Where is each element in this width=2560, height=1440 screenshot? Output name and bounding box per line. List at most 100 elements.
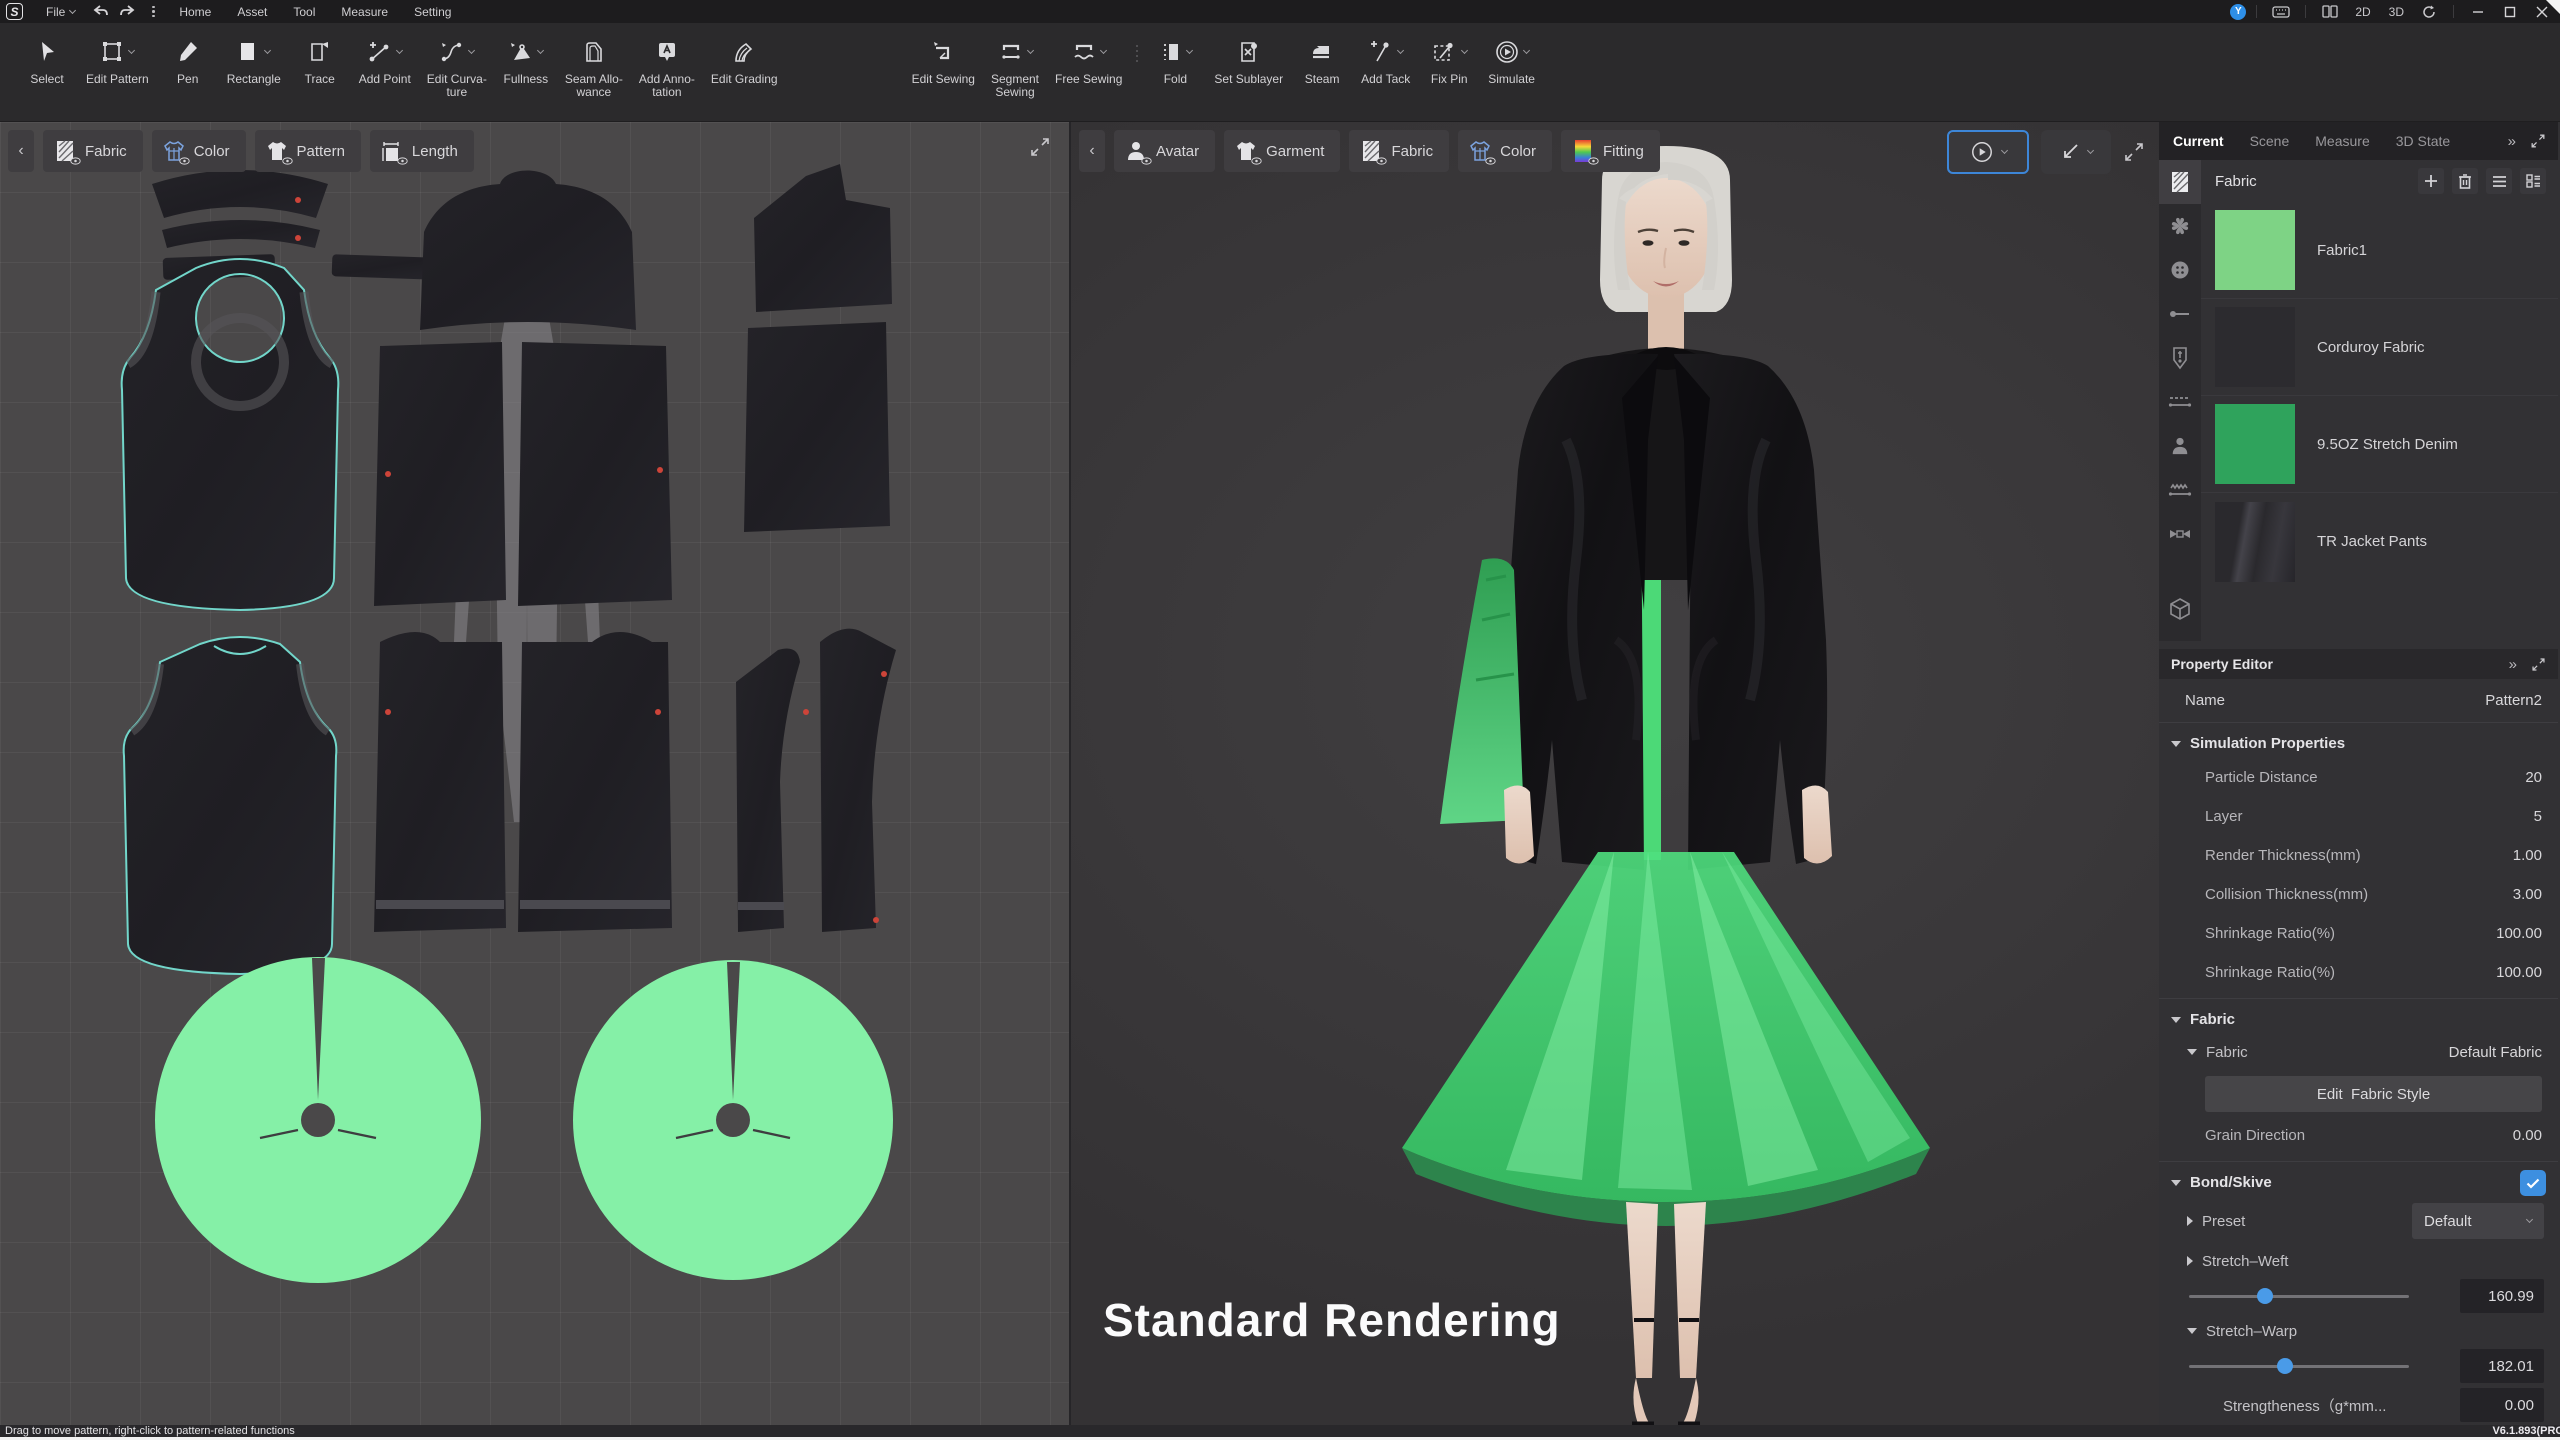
toolbar-button-segment-sewing[interactable]: Segment Sewing bbox=[983, 35, 1047, 99]
expand-panel-icon[interactable] bbox=[2530, 133, 2546, 149]
pattern-tank-front[interactable] bbox=[120, 258, 340, 612]
menu-measure[interactable]: Measure bbox=[328, 0, 401, 23]
fabric-selected-value[interactable]: Default Fabric bbox=[2449, 1044, 2542, 1061]
fabric-list-item[interactable]: TR Jacket Pants bbox=[2201, 493, 2558, 590]
avatar-3d-render[interactable] bbox=[1386, 140, 1946, 1425]
property-value[interactable]: 100.00 bbox=[2496, 925, 2542, 942]
mode-3d-button[interactable]: 3D bbox=[2382, 5, 2411, 19]
strip-trim-button[interactable] bbox=[2159, 204, 2201, 248]
tab-scene[interactable]: Scene bbox=[2250, 133, 2290, 149]
strip-label-tape-button[interactable] bbox=[2159, 512, 2201, 556]
toolbar-button-free-sewing[interactable]: Free Sewing bbox=[1047, 35, 1130, 86]
maximize-button[interactable] bbox=[2496, 0, 2524, 23]
expand-2d-icon[interactable] bbox=[1029, 136, 1051, 158]
toolbar-button-trace[interactable]: Trace bbox=[289, 35, 351, 86]
tab-2d-length[interactable]: Length bbox=[369, 130, 474, 172]
strip-3d-object-button[interactable] bbox=[2159, 587, 2201, 631]
pattern-back-yoke[interactable] bbox=[420, 170, 636, 331]
pattern-front-panel-left[interactable] bbox=[374, 342, 506, 606]
minimize-button[interactable] bbox=[2464, 0, 2492, 23]
collapse-left-button[interactable]: ‹ bbox=[8, 130, 34, 172]
toolbar-button-add-tack[interactable]: Add Tack bbox=[1353, 35, 1418, 86]
property-value[interactable]: 5 bbox=[2534, 808, 2542, 825]
stretch-weft-value[interactable]: 160.99 bbox=[2460, 1279, 2544, 1313]
property-value[interactable]: 1.00 bbox=[2513, 847, 2542, 864]
tab-3d-color[interactable]: Color bbox=[1458, 130, 1552, 172]
toolbar-button-steam[interactable]: Steam bbox=[1291, 35, 1353, 86]
tab-2d-pattern[interactable]: Pattern bbox=[254, 130, 361, 172]
split-view-button[interactable] bbox=[2316, 0, 2344, 23]
expand-pe-icon[interactable] bbox=[2531, 657, 2546, 672]
list-view-button[interactable] bbox=[2486, 168, 2512, 194]
toolbar-button-edit-grading[interactable]: Edit Grading bbox=[703, 35, 786, 86]
property-value[interactable]: 100.00 bbox=[2496, 964, 2542, 981]
menu-file[interactable]: File bbox=[33, 0, 88, 23]
toolbar-button-pen[interactable]: Pen bbox=[157, 35, 219, 86]
stretch-weft-row[interactable]: Stretch–Weft bbox=[2159, 1245, 2558, 1277]
pattern-front-panel-right[interactable] bbox=[518, 342, 672, 606]
undo-button[interactable] bbox=[88, 0, 114, 23]
section-fabric[interactable]: Fabric bbox=[2159, 998, 2558, 1034]
menu-asset[interactable]: Asset bbox=[224, 0, 280, 23]
panel-2d-pattern[interactable]: ‹ Fabric Color Pattern Length bbox=[0, 122, 1071, 1425]
toolbar-button-edit-curvature[interactable]: Edit Curva- ture bbox=[419, 35, 495, 99]
strip-topstitch-button[interactable] bbox=[2159, 380, 2201, 424]
tab-current[interactable]: Current bbox=[2173, 133, 2224, 149]
tab-3d-fitting[interactable]: Fitting bbox=[1561, 130, 1660, 172]
strength-value[interactable]: 0.00 bbox=[2460, 1388, 2544, 1422]
fabric-sub-row[interactable]: Fabric Default Fabric bbox=[2159, 1034, 2558, 1070]
pattern-bar-right[interactable] bbox=[331, 254, 437, 280]
user-avatar[interactable]: Y bbox=[2230, 3, 2247, 20]
stretch-warp-row[interactable]: Stretch–Warp bbox=[2159, 1315, 2558, 1347]
menu-home[interactable]: Home bbox=[166, 0, 224, 23]
pattern-tank-back[interactable] bbox=[122, 636, 338, 976]
collapse-panel-icon[interactable]: » bbox=[2508, 133, 2516, 150]
stretch-warp-value[interactable]: 182.01 bbox=[2460, 1349, 2544, 1383]
toolbar-button-rectangle[interactable]: Rectangle bbox=[219, 35, 289, 86]
toolbar-button-fix-pin[interactable]: Fix Pin bbox=[1418, 35, 1480, 86]
strip-zipper-button[interactable] bbox=[2159, 336, 2201, 380]
keyboard-shortcuts-button[interactable] bbox=[2267, 0, 2295, 23]
property-value[interactable]: 20 bbox=[2525, 769, 2542, 786]
tab-3d-fabric[interactable]: Fabric bbox=[1349, 130, 1450, 172]
fabric-list-item[interactable]: Fabric1 bbox=[2201, 202, 2558, 299]
edit-fabric-style-button[interactable]: Edit Fabric Style bbox=[2205, 1076, 2542, 1112]
preset-dropdown[interactable]: Default bbox=[2412, 1203, 2544, 1239]
toolbar-button-select[interactable]: Select bbox=[16, 35, 78, 86]
tab-2d-color[interactable]: Color bbox=[151, 130, 246, 172]
redo-button[interactable] bbox=[114, 0, 140, 23]
strip-avatar-button[interactable] bbox=[2159, 424, 2201, 468]
slider-knob[interactable] bbox=[2257, 1287, 2274, 1304]
fabric-list-item[interactable]: Corduroy Fabric bbox=[2201, 299, 2558, 396]
toolbar-button-seam-allowance[interactable]: Seam Allo- wance bbox=[557, 35, 631, 99]
toolbar-button-edit-sewing[interactable]: Edit Sewing bbox=[904, 35, 983, 86]
pattern-circle-skirt-left[interactable] bbox=[155, 957, 481, 1283]
strip-fabric-button[interactable] bbox=[2159, 160, 2201, 204]
pattern-collar-band-2[interactable] bbox=[162, 220, 320, 248]
slider-knob[interactable] bbox=[2277, 1357, 2293, 1374]
section-bond-skive[interactable]: Bond/Skive bbox=[2159, 1161, 2558, 1197]
tab-3d-state[interactable]: 3D State bbox=[2396, 133, 2450, 149]
pattern-name-value[interactable]: Pattern2 bbox=[2485, 692, 2542, 709]
menu-tool[interactable]: Tool bbox=[280, 0, 328, 23]
strip-elastic-button[interactable] bbox=[2159, 468, 2201, 512]
property-value[interactable]: 3.00 bbox=[2513, 886, 2542, 903]
collapse-pe-icon[interactable]: » bbox=[2509, 656, 2517, 673]
property-value[interactable]: 0.00 bbox=[2513, 1127, 2542, 1144]
toolbar-button-set-sublayer[interactable]: Set Sublayer bbox=[1206, 35, 1291, 86]
stretch-warp-slider[interactable] bbox=[2189, 1357, 2409, 1374]
pattern-collar-band[interactable] bbox=[152, 170, 328, 218]
simulate-toggle-button[interactable] bbox=[1947, 130, 2029, 174]
pattern-circle-skirt-right[interactable] bbox=[573, 960, 893, 1280]
bond-skive-checkbox[interactable] bbox=[2520, 1170, 2546, 1196]
strip-button-button[interactable] bbox=[2159, 248, 2201, 292]
expand-3d-icon[interactable] bbox=[2123, 141, 2145, 163]
collapse-3d-button[interactable]: ‹ bbox=[1079, 130, 1105, 172]
toolbar-button-fold[interactable]: Fold bbox=[1144, 35, 1206, 86]
pattern-curved-piece-left[interactable] bbox=[736, 648, 800, 933]
fabric-list-item[interactable]: 9.5OZ Stretch Denim bbox=[2201, 396, 2558, 493]
toolbar-button-add-point[interactable]: Add Point bbox=[351, 35, 419, 86]
pattern-shoulder-piece[interactable] bbox=[754, 164, 892, 312]
mode-2d-button[interactable]: 2D bbox=[2348, 5, 2377, 19]
strip-pin-button[interactable] bbox=[2159, 292, 2201, 336]
